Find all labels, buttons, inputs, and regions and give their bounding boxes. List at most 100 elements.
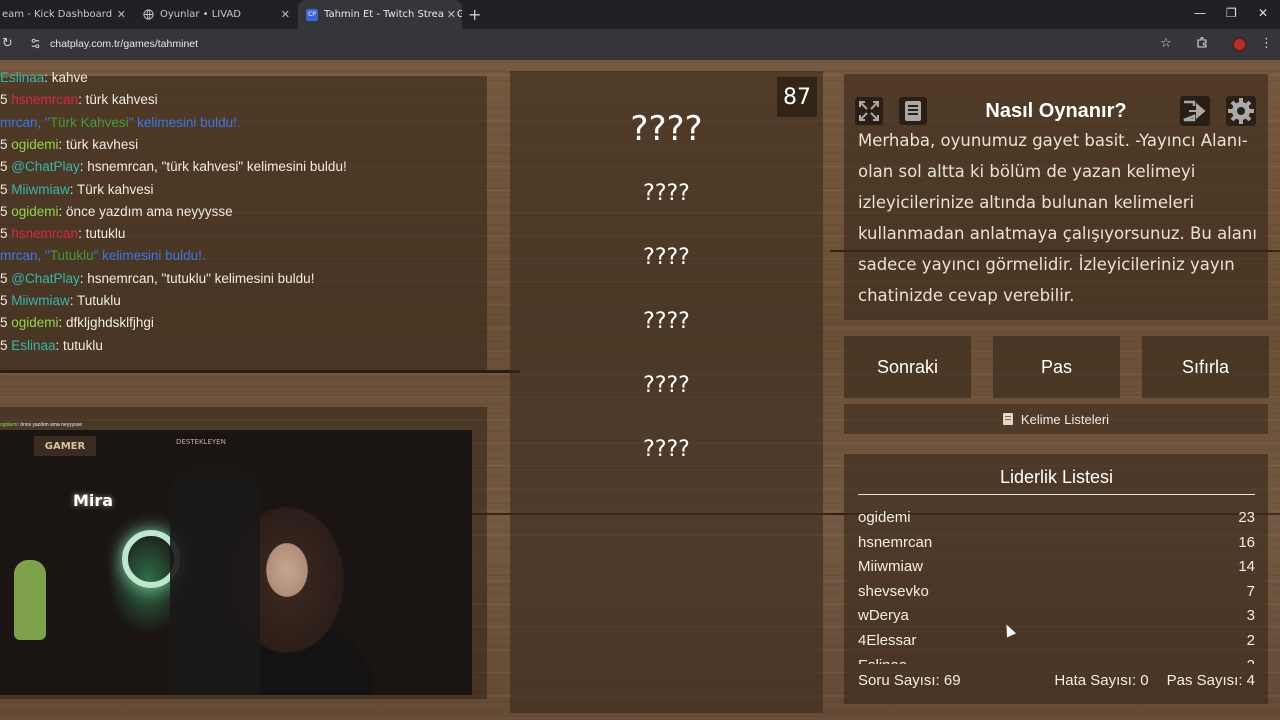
chat-message: 5 @ChatPlay: hsnemrcan, "türk kahvesi" k… <box>0 156 485 178</box>
extensions-icon[interactable] <box>1196 36 1208 52</box>
badge-prefix: 5 <box>0 203 12 219</box>
chat-username[interactable]: Miiwmiaw <box>11 182 70 197</box>
minimize-icon[interactable]: — <box>1194 6 1206 20</box>
chat-text: : hsnemrcan, "türk kahvesi" kelimesini b… <box>79 159 347 175</box>
forbidden-word: ???? <box>643 309 690 334</box>
webcam-feed: GAMER Mira DESTEKLEYEN <box>0 430 472 695</box>
word-lists-button[interactable]: Kelime Listeleri <box>844 404 1268 434</box>
chat-message: 5 Miiwmiaw: Türk kahvesi <box>0 179 485 201</box>
badge-prefix: 5 <box>0 226 12 242</box>
chat-text: : önce yazdım ama neyyysse <box>58 203 233 219</box>
pass-button[interactable]: Pas <box>993 336 1120 398</box>
leaderboard-list[interactable]: ogidemi 23 hsnemrcan 16 Miiwmiaw 14 shevsev… <box>858 506 1255 664</box>
tab-label: eam - Kick Dashboard <box>2 9 113 20</box>
url-input[interactable]: chatplay.com.tr/games/tahminet <box>50 38 198 50</box>
overlay-text: : önce yazdım ama neyyysse <box>17 422 82 428</box>
leaderboard-row: 4Elessar 2 <box>858 629 1255 654</box>
tab-kick-dashboard[interactable]: eam - Kick Dashboard ✕ <box>0 0 132 29</box>
gaming-chair <box>170 466 260 695</box>
badge-prefix: 5 <box>0 337 12 353</box>
player-name: Eslinaa <box>858 654 907 664</box>
chat-text: : dfkljghdsklfjhgi <box>58 315 154 331</box>
chat-message: 5 @ChatPlay: hsnemrcan, "tutuklu" kelime… <box>0 268 485 290</box>
chat-text: : tutuklu <box>78 226 126 242</box>
pass-count: Pas Sayısı: 4 <box>1166 672 1255 689</box>
forbidden-word: ???? <box>643 245 690 270</box>
chat-username[interactable]: @ChatPlay <box>11 271 79 286</box>
chat-username[interactable]: ogidemi <box>11 315 58 330</box>
word-card: ???? ???? ???? ???? ???? ???? <box>510 71 823 713</box>
badge-prefix: 5 <box>0 159 12 175</box>
reset-button[interactable]: Sıfırla <box>1142 336 1269 398</box>
profile-avatar[interactable] <box>1232 37 1247 52</box>
close-icon[interactable]: ✕ <box>117 8 126 21</box>
badge-prefix: 5 <box>0 136 12 152</box>
chat-username[interactable]: Eslinaa <box>0 70 44 85</box>
chat-text: : tutuklu <box>55 337 103 353</box>
player-name: shevsevko <box>858 582 929 600</box>
reload-icon[interactable]: ↻ <box>2 36 13 51</box>
player-score: 16 <box>1238 533 1255 551</box>
tab-tahmin-et[interactable]: CP Tahmin Et - Twitch Stream G ✕ <box>298 0 462 29</box>
system-text: mrcan, "Türk Kahvesi" kelimesini buldu!. <box>0 114 241 130</box>
chat-text: : Türk kahvesi <box>69 181 154 197</box>
leaderboard-row: hsnemrcan 16 <box>858 531 1255 556</box>
chat-text: : türk kahvesi <box>78 92 158 108</box>
chat-system-message: mrcan, "Tutuklu" kelimesini buldu!. <box>0 245 485 267</box>
chat-text: : türk kavhesi <box>58 136 139 152</box>
chat-message: 5 ogidemi: önce yazdım ama neyyysse <box>0 201 485 223</box>
chat-username[interactable]: @ChatPlay <box>11 159 79 174</box>
chat-message: 5 hsnemrcan: tutuklu <box>0 223 485 245</box>
browser-menu-icon[interactable]: ⋮ <box>1260 36 1273 51</box>
player-score: 14 <box>1238 558 1255 576</box>
question-count: Soru Sayısı: 69 <box>858 672 961 689</box>
player-name: 4Elessar <box>858 631 917 649</box>
leaderboard-row: Miiwmiaw 14 <box>858 555 1255 580</box>
new-tab-button[interactable]: + <box>468 5 481 24</box>
chat-username[interactable]: hsnemrcan <box>11 226 78 241</box>
found-word: Tutuklu <box>49 248 94 264</box>
player-name: ogidemi <box>858 509 911 526</box>
chat-username[interactable]: Miiwmiaw <box>11 293 70 308</box>
chat-username[interactable]: ogidemi <box>11 204 58 219</box>
chat-text: : kahve <box>44 70 88 85</box>
notebook-icon <box>1002 413 1013 425</box>
close-icon[interactable]: ✕ <box>443 8 456 21</box>
system-text: mrcan, "Tutuklu" kelimesini buldu!. <box>0 248 206 264</box>
badge-prefix: 5 <box>0 315 12 331</box>
tab-oyunlar-livad[interactable]: Oyunlar • LIVAD ✕ <box>134 0 296 29</box>
logout-icon[interactable] <box>1178 94 1212 128</box>
forbidden-word: ???? <box>643 181 690 206</box>
tab-label: Oyunlar • LIVAD <box>160 9 242 20</box>
leaderboard-row: wDerya 3 <box>858 604 1255 629</box>
tab-label: Tahmin Et - Twitch Stream G <box>324 9 462 20</box>
chat-username[interactable]: Eslinaa <box>11 338 55 353</box>
chat-message: 5 hsnemrcan: türk kahvesi <box>0 89 485 111</box>
cactus-toy <box>14 560 46 640</box>
gamer-sign: GAMER <box>34 436 96 456</box>
window-close-icon[interactable]: ✕ <box>1258 6 1268 20</box>
chat-message: 5 Miiwmiaw: Tutuklu <box>0 290 485 312</box>
leaderboard-row: shevsevko 7 <box>858 580 1255 605</box>
bookmark-star-icon[interactable]: ☆ <box>1160 36 1172 51</box>
chat-username[interactable]: ogidemi <box>11 137 58 152</box>
close-icon[interactable]: ✕ <box>281 8 290 21</box>
next-button[interactable]: Sonraki <box>844 336 971 398</box>
settings-gear-icon[interactable] <box>1224 94 1258 128</box>
forbidden-word: ???? <box>643 437 690 462</box>
overlay-user: ogidemi <box>0 422 18 428</box>
game-page: Eslinaa: kahve 5 hsnemrcan: türk kahvesi m… <box>0 60 1280 720</box>
leaderboard-row: Eslinaa 2 <box>858 654 1255 664</box>
webcam-chat-overlay: ogidemi: önce yazdım ama neyyysse <box>0 422 82 428</box>
restore-icon[interactable]: ❐ <box>1226 6 1237 20</box>
badge-prefix: 5 <box>0 293 12 308</box>
site-info-icon[interactable] <box>30 38 41 52</box>
instructions-text: Merhaba, oyunumuz gayet basit. -Yayıncı … <box>858 131 1257 305</box>
player-name: wDerya <box>858 607 909 625</box>
player-score: 7 <box>1246 582 1255 600</box>
player-score: 3 <box>1246 607 1255 625</box>
neon-sign: Mira <box>72 491 114 510</box>
badge-prefix: 5 <box>0 270 12 286</box>
chat-username[interactable]: hsnemrcan <box>11 92 78 107</box>
how-to-play-panel: Nasıl Oynanır? Merhaba, oyunumuz gayet b… <box>844 74 1268 320</box>
